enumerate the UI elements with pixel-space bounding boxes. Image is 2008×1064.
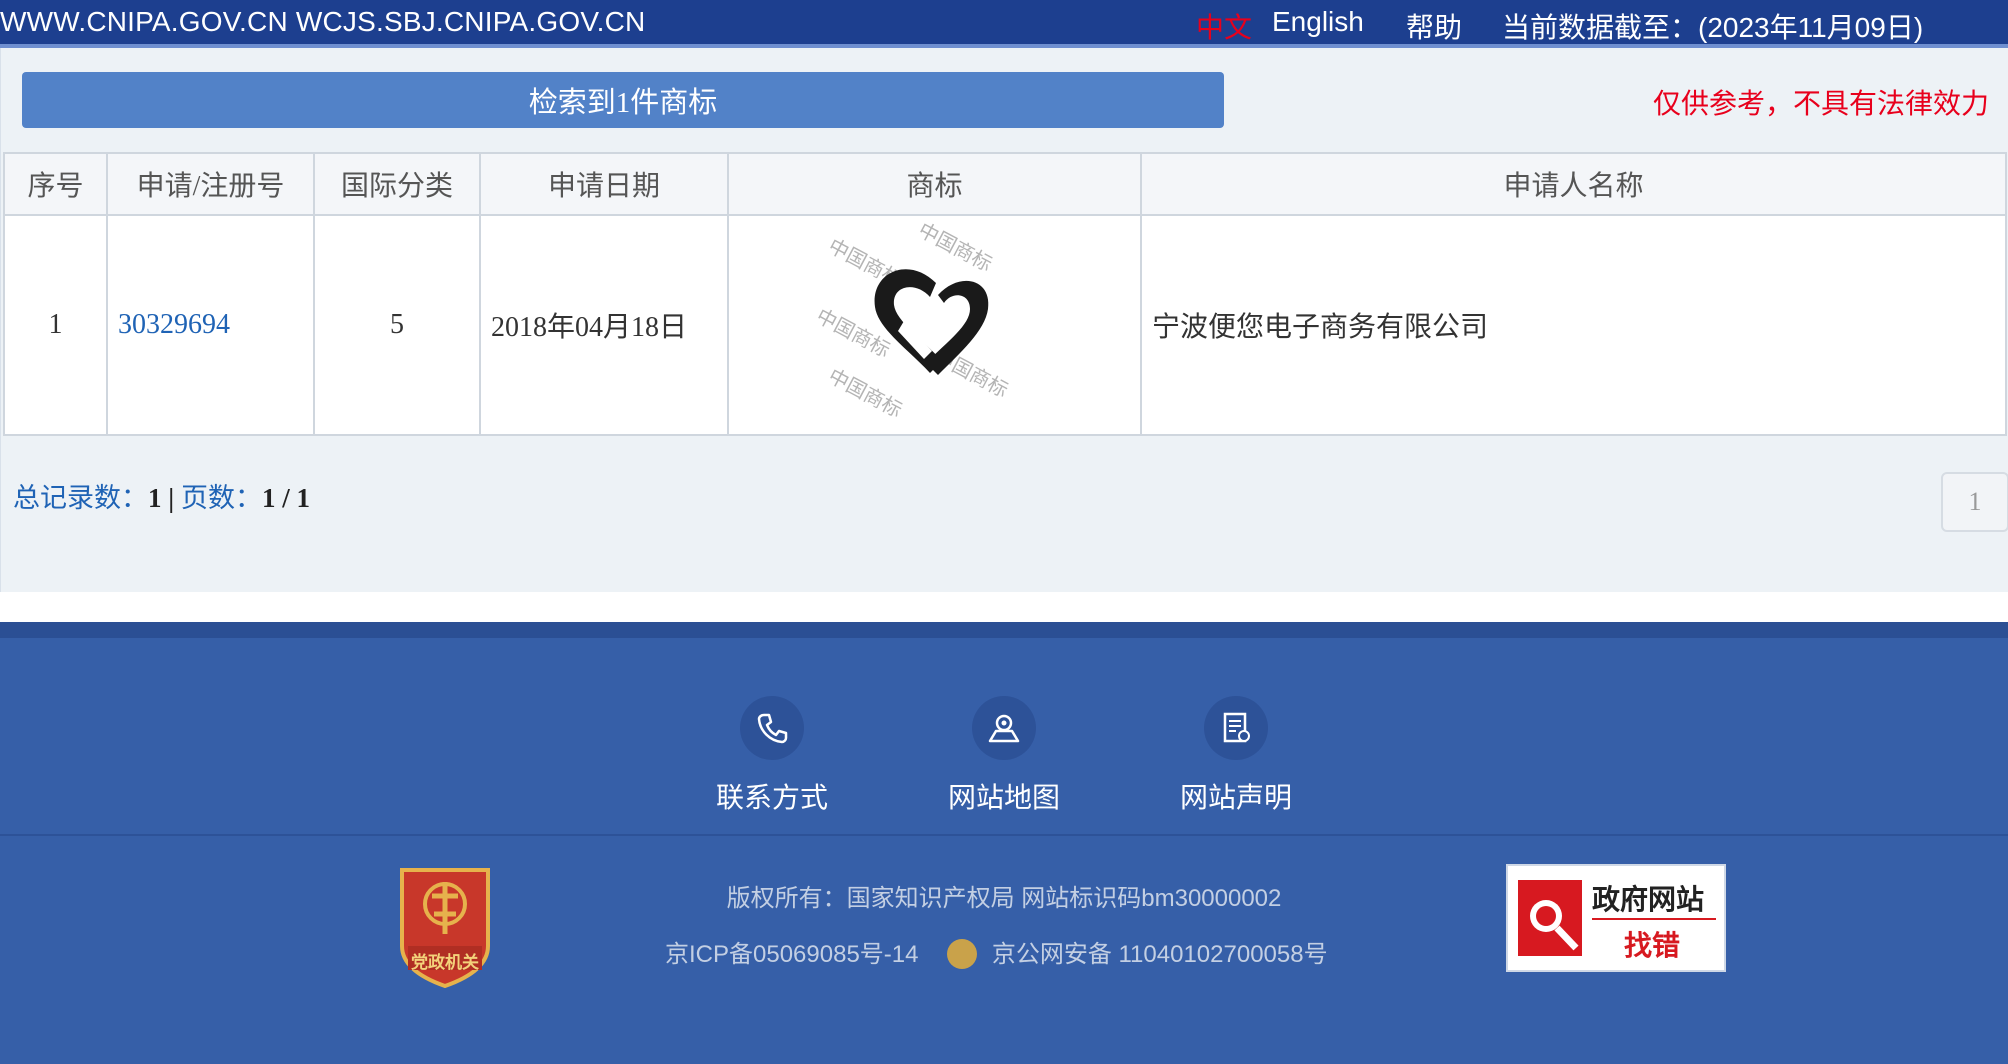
table-row[interactable]: 1 30329694 5 2018年04月18日 中国商标 中国商标 中国商标 …	[3, 214, 2007, 436]
cell-applicant: 宁波便您电子商务有限公司	[1140, 214, 2007, 436]
disclaimer-text: 仅供参考，不具有法律效力	[1652, 89, 1989, 120]
cell-trademark: 中国商标 中国商标 中国商标 中国商标 中国商标	[727, 214, 1142, 436]
col-header-intl-class: 国际分类	[313, 152, 481, 216]
icp-line: 京ICP备05069085号-14 京公网安备 11040102700058号	[665, 934, 1328, 971]
police-text[interactable]: 京公网安备 11040102700058号	[992, 941, 1328, 968]
phone-icon	[740, 696, 804, 760]
footer: 联系方式 网站地图 网站声明 党政机关 版权所有：国家知识产权局 网站标识码bm…	[0, 622, 2008, 1064]
help-link[interactable]: 帮助	[1406, 6, 1462, 46]
footer-divider	[0, 834, 2008, 836]
col-header-trademark: 商标	[727, 152, 1142, 216]
table-header-row: 序号 申请/注册号 国际分类 申请日期 商标 申请人名称	[3, 152, 2007, 216]
gov-error-report-box[interactable]: 政府网站 找错	[1506, 864, 1726, 972]
sitemap-link[interactable]: 网站地图	[904, 696, 1104, 816]
map-pin-icon	[972, 696, 1036, 760]
col-header-reg-no: 申请/注册号	[106, 152, 315, 216]
page-button[interactable]: 1	[1941, 472, 2008, 532]
magnifier-icon	[1518, 880, 1582, 956]
reg-no-link[interactable]: 30329694	[118, 309, 230, 340]
cell-app-date: 2018年04月18日	[479, 214, 729, 436]
pagination-separator: |	[168, 483, 175, 513]
contact-link[interactable]: 联系方式	[672, 696, 872, 816]
col-header-index: 序号	[3, 152, 108, 216]
gov-error-sub: 找错	[1624, 930, 1681, 961]
statement-link[interactable]: 网站声明	[1136, 696, 1336, 816]
total-records-value: 1	[148, 483, 162, 513]
gov-error-title: 政府网站	[1592, 884, 1705, 915]
results-table: 序号 申请/注册号 国际分类 申请日期 商标 申请人名称 1 30329694 …	[3, 152, 2007, 436]
cell-intl-class: 5	[313, 214, 481, 436]
statement-label: 网站声明	[1179, 782, 1292, 813]
col-header-app-date: 申请日期	[479, 152, 729, 216]
document-icon	[1204, 696, 1268, 760]
gov-error-divider	[1592, 918, 1716, 920]
pages-value: 1 / 1	[261, 483, 310, 513]
party-gov-badge-text: 党政机关	[411, 953, 479, 972]
site-domains: WWW.CNIPA.GOV.CN WCJS.SBJ.CNIPA.GOV.CN	[0, 6, 646, 37]
total-records-label: 总记录数：	[13, 483, 148, 513]
heart-logo-icon	[874, 269, 988, 375]
contact-label: 联系方式	[715, 782, 828, 813]
cell-reg-no: 30329694	[106, 214, 315, 436]
trademark-image[interactable]: 中国商标 中国商标 中国商标 中国商标 中国商标	[812, 219, 1050, 425]
lang-zh-link[interactable]: 中文	[1196, 6, 1252, 46]
pagination-summary: 总记录数：1 | 页数：1 / 1	[13, 476, 310, 515]
pages-label: 页数：	[180, 483, 262, 513]
cell-index: 1	[3, 214, 108, 436]
data-cutoff-text: 当前数据截至：(2023年11月09日)	[1502, 12, 1924, 43]
sitemap-label: 网站地图	[947, 782, 1060, 813]
police-emblem-icon	[947, 938, 978, 969]
result-count-bar: 检索到1件商标	[22, 72, 1224, 128]
col-header-applicant: 申请人名称	[1140, 152, 2007, 216]
lang-en-link[interactable]: English	[1272, 6, 1364, 38]
icp-text[interactable]: 京ICP备05069085号-14	[665, 941, 918, 968]
result-panel: 检索到1件商标 仅供参考，不具有法律效力 序号 申请/注册号 国际分类 申请日期…	[0, 48, 2008, 592]
top-bar: WWW.CNIPA.GOV.CN WCJS.SBJ.CNIPA.GOV.CN 中…	[0, 0, 2008, 48]
